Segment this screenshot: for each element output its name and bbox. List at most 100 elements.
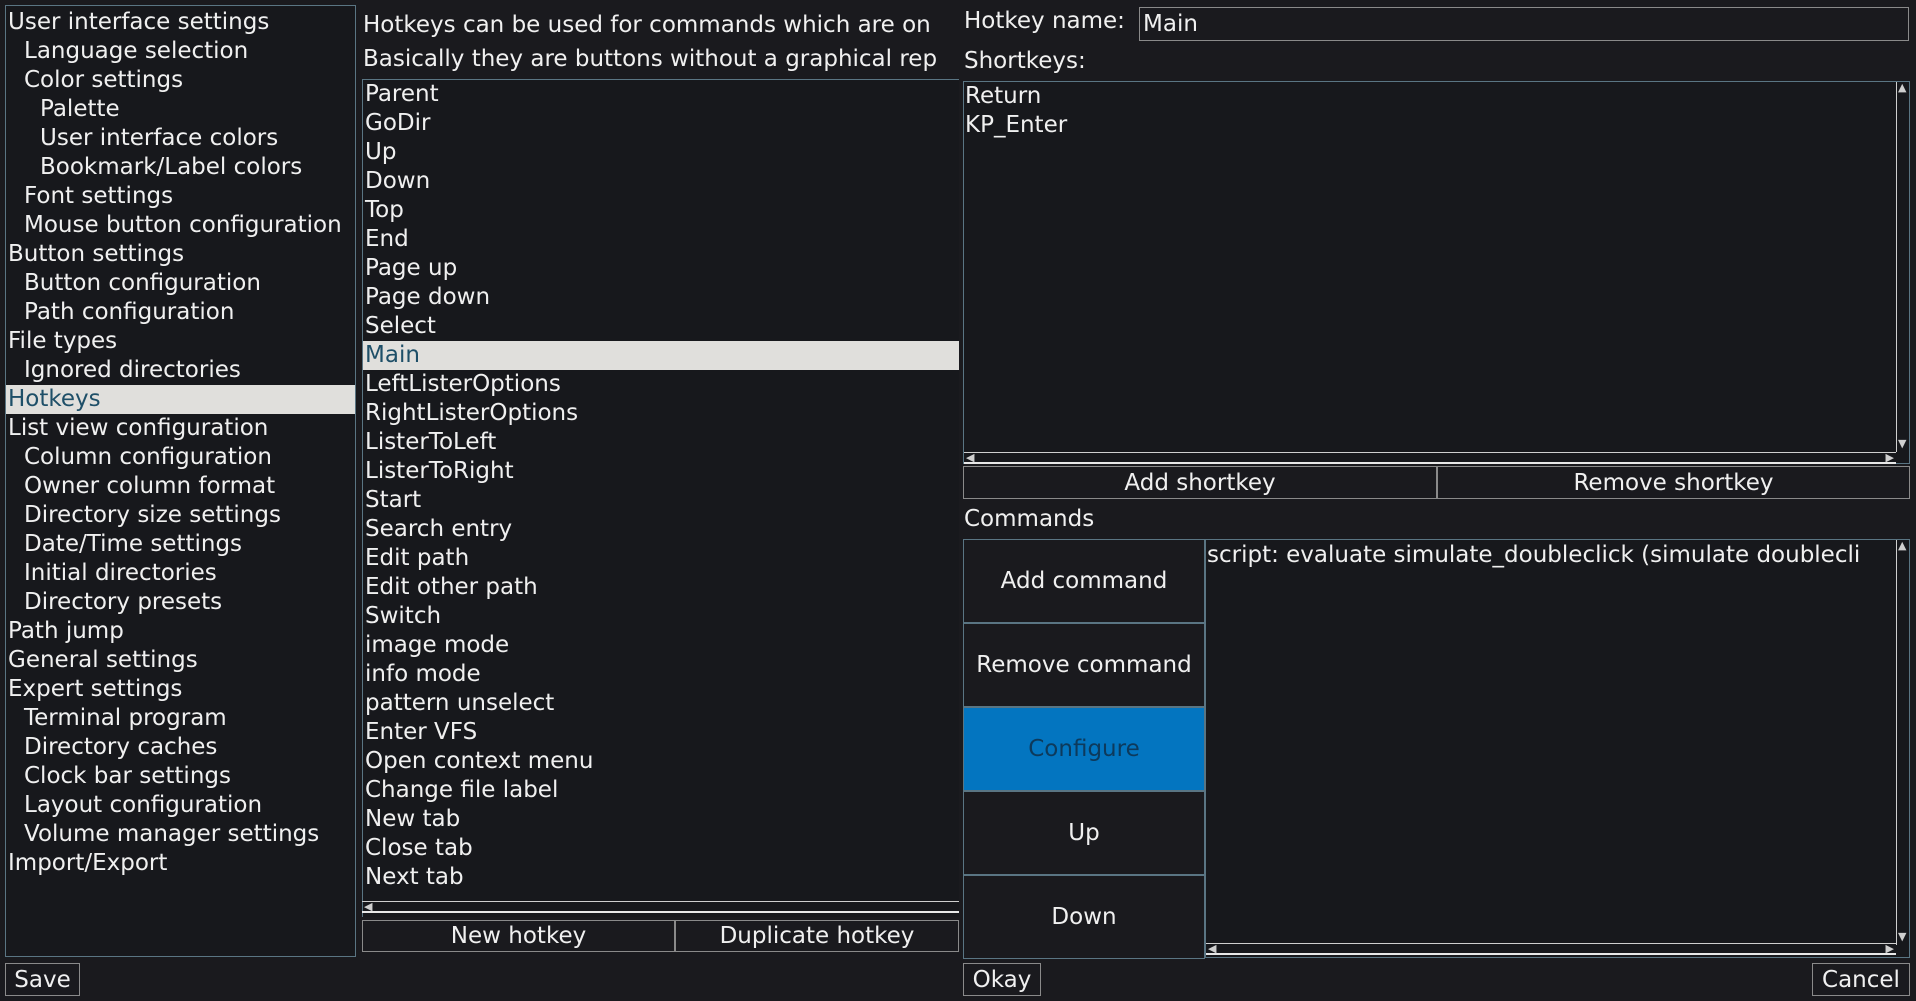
hotkey-list-item-label: LeftListerOptions [365, 371, 561, 397]
command-up-button[interactable]: Up [963, 791, 1205, 875]
sidebar-item[interactable]: Path configuration [6, 298, 355, 327]
sidebar-item-label: Mouse button configuration [24, 212, 342, 238]
sidebar-item[interactable]: Hotkeys [6, 385, 355, 414]
sidebar-item-label: Date/Time settings [24, 531, 243, 557]
sidebar-item[interactable]: User interface settings [6, 8, 355, 37]
hotkey-list-item[interactable]: Parent [363, 80, 959, 109]
sidebar-item[interactable]: Ignored directories [6, 356, 355, 385]
sidebar-item[interactable]: Directory caches [6, 733, 355, 762]
hotkey-list-item[interactable]: Start [363, 486, 959, 515]
command-item[interactable]: script: evaluate simulate_doubleclick (s… [1206, 541, 1895, 570]
hotkey-list-item[interactable]: Down [363, 167, 959, 196]
shortkey-list[interactable]: Return KP_Enter [963, 81, 1910, 464]
sidebar-item[interactable]: User interface colors [6, 124, 355, 153]
hotkey-list-item[interactable]: Switch [363, 602, 959, 631]
hotkey-list-item[interactable]: Select [363, 312, 959, 341]
sidebar-item[interactable]: Mouse button configuration [6, 211, 355, 240]
sidebar-item[interactable]: Directory size settings [6, 501, 355, 530]
shortkey-list-hscrollbar[interactable]: ◀ ▶ [964, 452, 1896, 464]
sidebar-item[interactable]: Column configuration [6, 443, 355, 472]
hotkey-list-item[interactable]: Close tab [363, 834, 959, 863]
add-shortkey-button[interactable]: Add shortkey [963, 466, 1437, 499]
hotkey-list-item[interactable]: RightListerOptions [363, 399, 959, 428]
hotkey-list-item[interactable]: Open context menu [363, 747, 959, 776]
sidebar-item[interactable]: Expert settings [6, 675, 355, 704]
hotkey-list-item[interactable]: Up [363, 138, 959, 167]
command-list[interactable]: script: evaluate simulate_doubleclick (s… [1205, 539, 1910, 958]
scroll-up-icon[interactable]: ▲ [1898, 82, 1906, 94]
scroll-down-icon[interactable]: ▼ [1898, 438, 1906, 450]
sidebar-item[interactable]: Owner column format [6, 472, 355, 501]
remove-command-button[interactable]: Remove command [963, 623, 1205, 707]
hotkey-list-item[interactable]: Main [363, 341, 959, 370]
hotkey-list-item[interactable]: image mode [363, 631, 959, 660]
sidebar-item[interactable]: Date/Time settings [6, 530, 355, 559]
okay-button[interactable]: Okay [963, 963, 1041, 996]
sidebar-item[interactable]: Layout configuration [6, 791, 355, 820]
sidebar-item[interactable]: Volume manager settings [6, 820, 355, 849]
remove-shortkey-button[interactable]: Remove shortkey [1437, 466, 1910, 499]
sidebar-item[interactable]: List view configuration [6, 414, 355, 443]
sidebar-item[interactable]: Path jump [6, 617, 355, 646]
sidebar-item[interactable]: Bookmark/Label colors [6, 153, 355, 182]
sidebar-item[interactable]: Button settings [6, 240, 355, 269]
hotkey-list-item[interactable]: Search entry [363, 515, 959, 544]
hotkey-list-item-label: ListerToLeft [365, 429, 497, 455]
command-list-vscrollbar[interactable]: ▲ ▼ [1896, 540, 1908, 945]
scroll-right-icon[interactable]: ▶ [1886, 943, 1894, 955]
hotkey-list-item[interactable]: New tab [363, 805, 959, 834]
add-command-button[interactable]: Add command [963, 539, 1205, 623]
scroll-left-icon[interactable]: ◀ [1208, 943, 1216, 955]
sidebar-item[interactable]: Import/Export [6, 849, 355, 878]
hotkey-list[interactable]: Parent GoDir Up Down Top End Page up Page down S… [362, 79, 959, 917]
hotkey-list-item[interactable]: LeftListerOptions [363, 370, 959, 399]
hotkey-list-item-label: Close tab [365, 835, 473, 861]
hotkey-list-item[interactable]: Page down [363, 283, 959, 312]
sidebar-item[interactable]: Language selection [6, 37, 355, 66]
settings-category-list[interactable]: User interface settings Language selectio… [5, 5, 356, 957]
hotkey-list-item[interactable]: Edit other path [363, 573, 959, 602]
hotkey-list-item[interactable]: ListerToLeft [363, 428, 959, 457]
scroll-right-icon[interactable]: ▶ [1886, 452, 1894, 464]
hotkey-list-item[interactable]: ListerToRight [363, 457, 959, 486]
duplicate-hotkey-button[interactable]: Duplicate hotkey [675, 920, 959, 952]
cancel-button[interactable]: Cancel [1812, 963, 1910, 996]
scroll-left-icon[interactable]: ◀ [966, 452, 974, 464]
sidebar-item[interactable]: Button configuration [6, 269, 355, 298]
sidebar-item[interactable]: Font settings [6, 182, 355, 211]
hotkey-list-item[interactable]: Page up [363, 254, 959, 283]
hotkey-list-item-label: RightListerOptions [365, 400, 579, 426]
command-down-button[interactable]: Down [963, 875, 1205, 959]
shortkey-list-vscrollbar[interactable]: ▲ ▼ [1896, 82, 1908, 452]
scroll-left-icon[interactable]: ◀ [364, 901, 372, 913]
hotkey-list-item[interactable]: Enter VFS [363, 718, 959, 747]
configure-button[interactable]: Configure [963, 707, 1205, 791]
new-hotkey-button[interactable]: New hotkey [362, 920, 675, 952]
command-list-hscrollbar[interactable]: ◀ ▶ [1206, 943, 1896, 955]
hotkey-list-item[interactable]: GoDir [363, 109, 959, 138]
hotkey-list-item[interactable]: Edit path [363, 544, 959, 573]
sidebar-item[interactable]: Terminal program [6, 704, 355, 733]
hotkey-list-item[interactable]: Next tab [363, 863, 959, 892]
hotkey-list-item[interactable]: Top [363, 196, 959, 225]
hotkey-list-item[interactable]: Change file label [363, 776, 959, 805]
sidebar-item[interactable]: Palette [6, 95, 355, 124]
sidebar-item[interactable]: Directory presets [6, 588, 355, 617]
hotkey-list-item[interactable]: info mode [363, 660, 959, 689]
shortkey-item[interactable]: Return [964, 82, 1895, 111]
hotkey-list-item[interactable]: pattern unselect [363, 689, 959, 718]
hotkey-list-item[interactable]: End [363, 225, 959, 254]
scroll-down-icon[interactable]: ▼ [1898, 931, 1906, 943]
scroll-up-icon[interactable]: ▲ [1898, 540, 1906, 552]
hotkey-list-hscrollbar[interactable]: ◀ [362, 901, 959, 913]
shortkey-item[interactable]: KP_Enter [964, 111, 1895, 140]
sidebar-item-label: Path jump [8, 618, 124, 644]
save-button[interactable]: Save [5, 963, 80, 996]
hotkey-name-input[interactable] [1139, 7, 1909, 41]
sidebar-item[interactable]: Clock bar settings [6, 762, 355, 791]
sidebar-item[interactable]: File types [6, 327, 355, 356]
sidebar-item[interactable]: Initial directories [6, 559, 355, 588]
sidebar-item[interactable]: Color settings [6, 66, 355, 95]
sidebar-item-label: Color settings [24, 67, 184, 93]
sidebar-item[interactable]: General settings [6, 646, 355, 675]
